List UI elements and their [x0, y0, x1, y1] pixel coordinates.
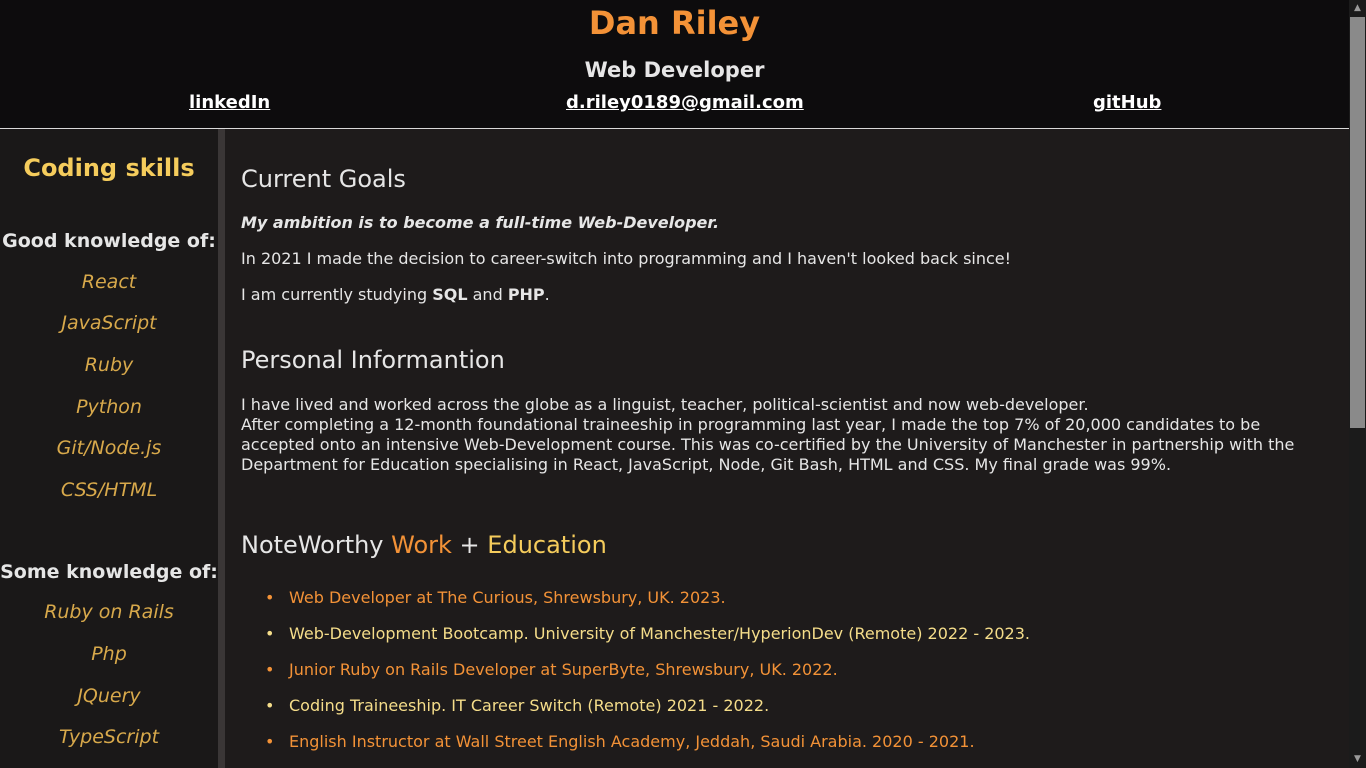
vertical-scrollbar[interactable]: ▲ ▼	[1349, 0, 1366, 768]
noteworthy-work: Work	[391, 531, 452, 559]
studying-suffix: .	[544, 285, 550, 304]
noteworthy-education: Education	[487, 531, 607, 559]
personal-info-heading: Personal Informantion	[241, 346, 505, 374]
skills-sidebar: Coding skills Good knowledge of: React J…	[0, 129, 225, 768]
scrollbar-thumb[interactable]	[1350, 17, 1365, 428]
skill-item: Git/Node.js	[56, 437, 162, 459]
list-item: Junior Ruby on Rails Developer at SuperB…	[265, 660, 838, 679]
page-title: Dan Riley	[588, 4, 761, 42]
noteworthy-heading: NoteWorthy Work + Education	[241, 531, 607, 559]
career-switch-text: In 2021 I made the decision to career-sw…	[241, 249, 1012, 268]
skill-item: Python	[76, 396, 142, 418]
list-item: English Instructor at Wall Street Englis…	[265, 732, 975, 751]
skill-item: TypeScript	[58, 726, 160, 748]
good-knowledge-heading: Good knowledge of:	[2, 230, 216, 252]
some-knowledge-heading: Some knowledge of:	[0, 561, 218, 583]
job-title: Web Developer	[584, 58, 765, 82]
personal-line-2: After completing a 12-month foundational…	[241, 415, 1295, 474]
studying-text: I am currently studying SQL and PHP.	[241, 285, 550, 304]
personal-info-paragraph: I have lived and worked across the globe…	[241, 395, 1333, 475]
studying-and: and	[467, 285, 508, 304]
list-item: Coding Traineeship. IT Career Switch (Re…	[265, 696, 769, 715]
skill-item: React	[81, 271, 137, 293]
skills-title: Coding skills	[23, 154, 195, 182]
noteworthy-prefix: NoteWorthy	[241, 531, 392, 559]
studying-sql: SQL	[432, 285, 468, 304]
page-header: Dan Riley Web Developer linkedIn d.riley…	[0, 0, 1349, 129]
github-link[interactable]: gitHub	[1093, 92, 1161, 113]
studying-prefix: I am currently studying	[241, 285, 433, 304]
triangle-down-icon[interactable]: ▼	[1349, 751, 1366, 768]
skill-item: Ruby on Rails	[44, 601, 174, 623]
email-link[interactable]: d.riley0189@gmail.com	[566, 92, 804, 113]
personal-line-1: I have lived and worked across the globe…	[241, 395, 1089, 414]
skill-item: JQuery	[77, 685, 141, 707]
linkedin-link[interactable]: linkedIn	[189, 92, 270, 113]
triangle-up-icon[interactable]: ▲	[1349, 0, 1366, 17]
studying-php: PHP	[507, 285, 545, 304]
ambition-text: My ambition is to become a full-time Web…	[241, 213, 720, 232]
current-goals-heading: Current Goals	[241, 165, 406, 193]
skill-item: JavaScript	[61, 312, 157, 334]
list-item: Web Developer at The Curious, Shrewsbury…	[265, 588, 726, 607]
skill-item: Ruby	[84, 354, 134, 376]
list-item: Web-Development Bootcamp. University of …	[265, 624, 1030, 643]
skill-item: CSS/HTML	[60, 479, 158, 501]
skill-item: Php	[91, 643, 127, 665]
noteworthy-plus: +	[451, 531, 488, 559]
